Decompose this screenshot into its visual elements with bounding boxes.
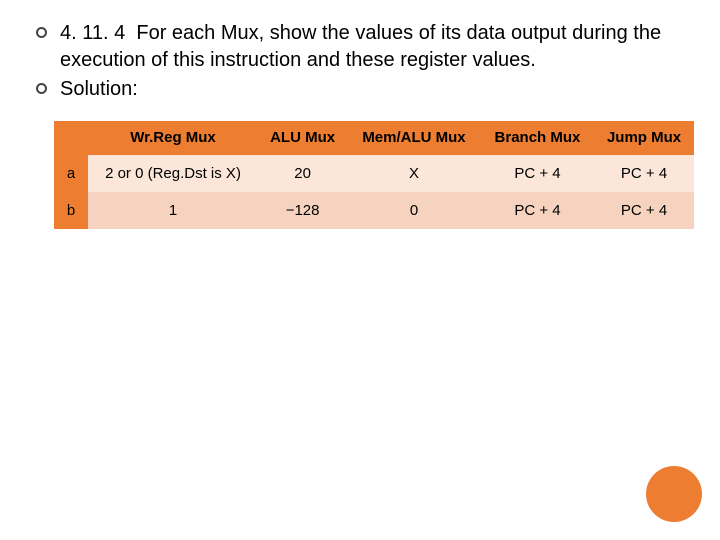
row-header: b xyxy=(54,192,88,229)
bullet-ring-icon xyxy=(36,27,47,38)
table-row: a 2 or 0 (Reg.Dst is X) 20 X PC + 4 PC +… xyxy=(54,155,694,192)
col-header: ALU Mux xyxy=(258,121,347,155)
bullet-text: Solution: xyxy=(60,78,138,100)
cell: PC + 4 xyxy=(594,192,694,229)
col-header: Branch Mux xyxy=(481,121,594,155)
table-corner xyxy=(54,121,88,155)
cell: PC + 4 xyxy=(594,155,694,192)
bullet-ring-icon xyxy=(36,83,47,94)
col-header: Mem/ALU Mux xyxy=(347,121,481,155)
cell: 20 xyxy=(258,155,347,192)
col-header: Wr.Reg Mux xyxy=(88,121,258,155)
cell: −128 xyxy=(258,192,347,229)
bullet-list: 4. 11. 4 For each Mux, show the values o… xyxy=(28,20,692,103)
cell: PC + 4 xyxy=(481,155,594,192)
corner-circle-icon xyxy=(646,466,702,522)
row-header: a xyxy=(54,155,88,192)
cell: 0 xyxy=(347,192,481,229)
cell: PC + 4 xyxy=(481,192,594,229)
bullet-item: 4. 11. 4 For each Mux, show the values o… xyxy=(28,20,692,74)
col-header: Jump Mux xyxy=(594,121,694,155)
bullet-text: For each Mux, show the values of its dat… xyxy=(60,22,661,71)
bullet-number: 4. 11. 4 xyxy=(60,22,125,44)
cell: 2 or 0 (Reg.Dst is X) xyxy=(88,155,258,192)
bullet-item: Solution: xyxy=(28,76,692,103)
table-row: b 1 −128 0 PC + 4 PC + 4 xyxy=(54,192,694,229)
cell: X xyxy=(347,155,481,192)
cell: 1 xyxy=(88,192,258,229)
mux-table: Wr.Reg Mux ALU Mux Mem/ALU Mux Branch Mu… xyxy=(54,121,694,229)
